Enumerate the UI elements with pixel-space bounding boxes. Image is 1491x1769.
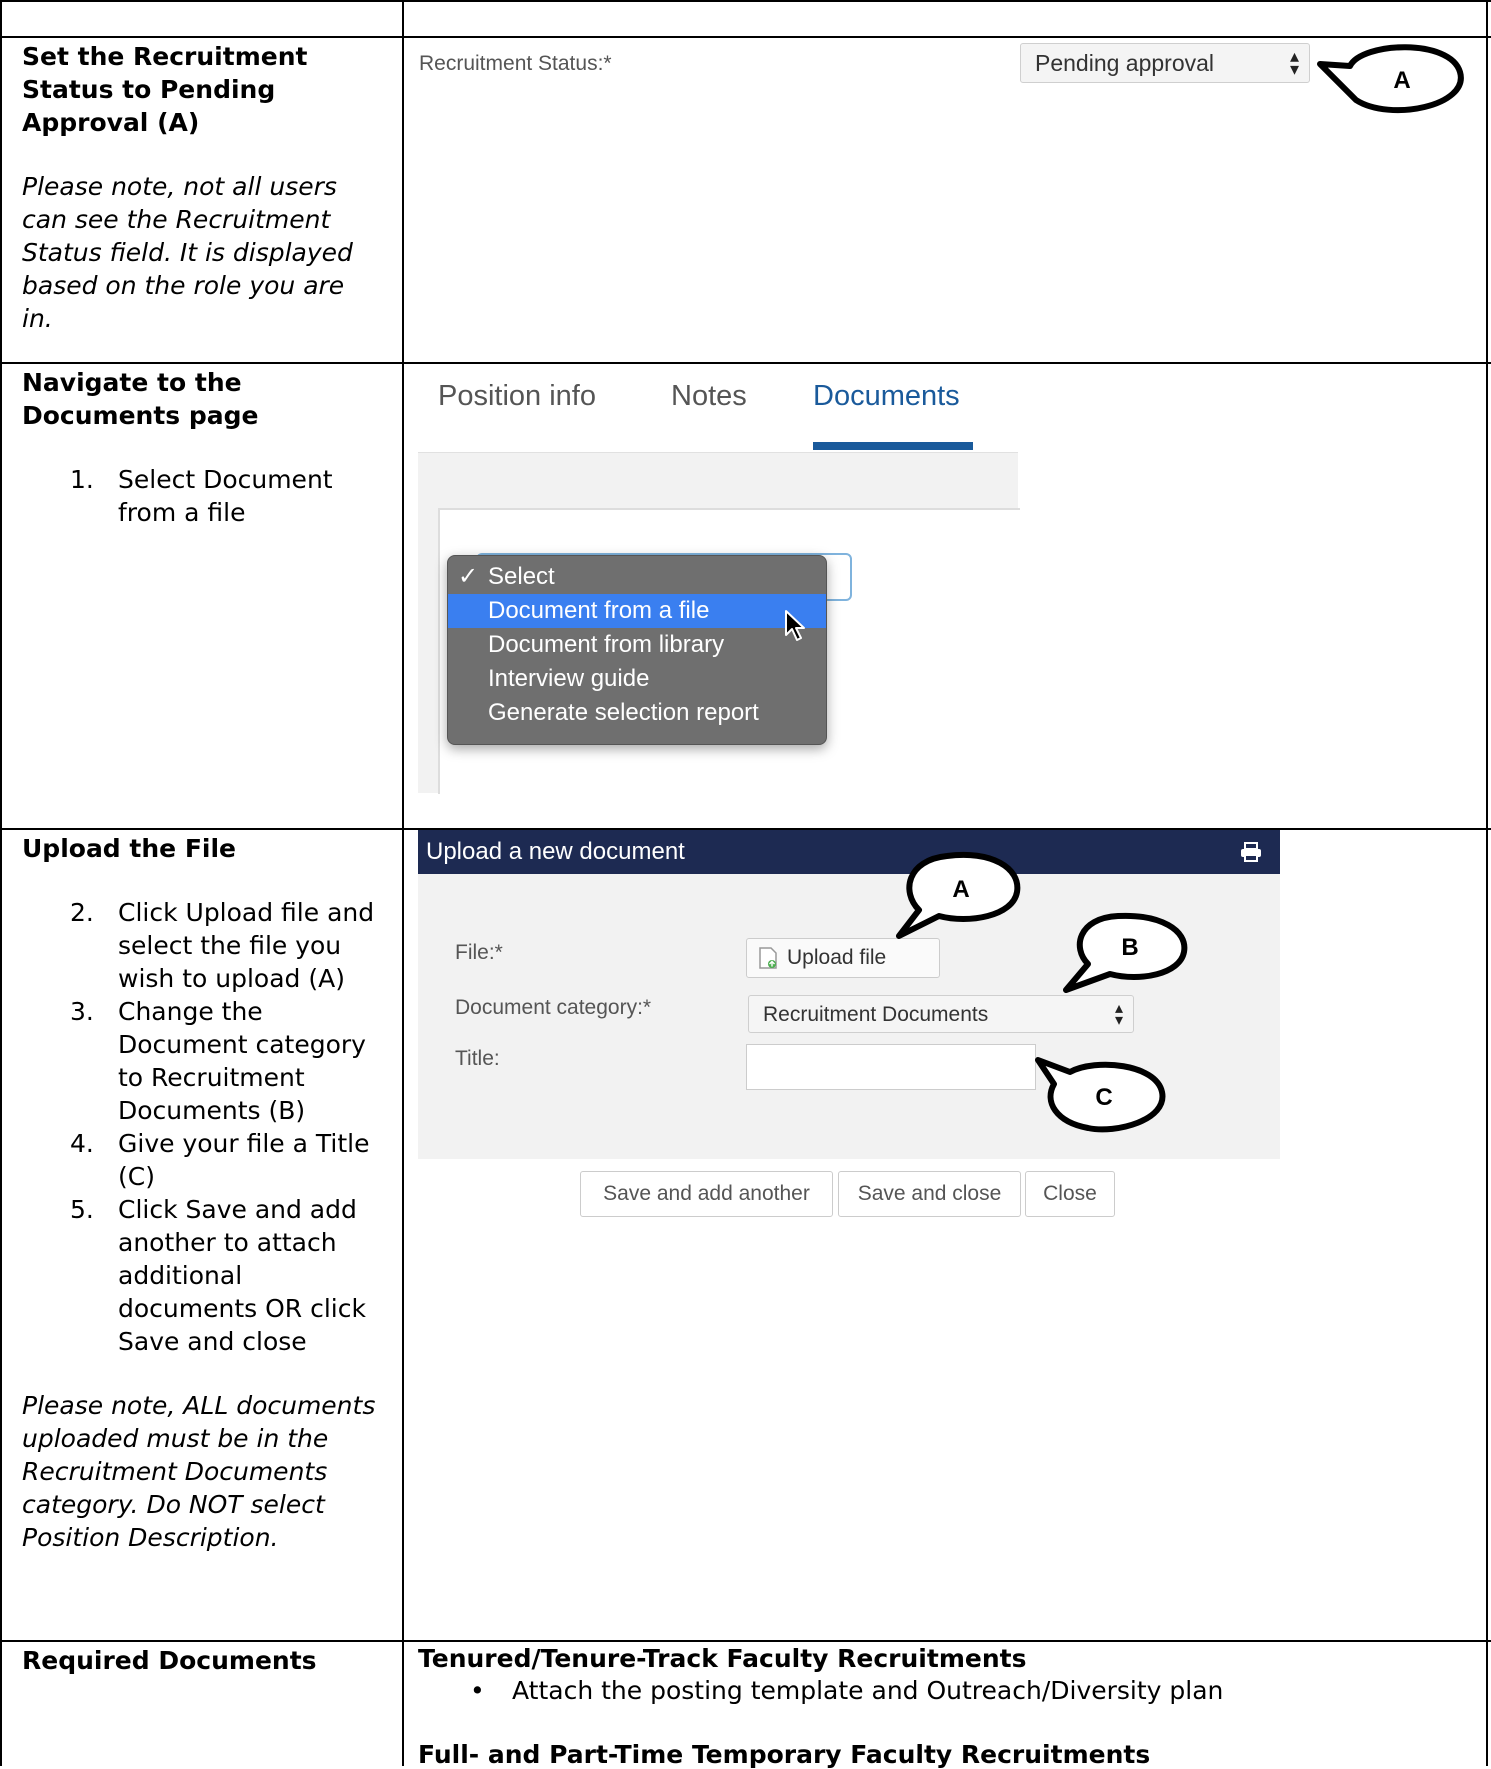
callout-bubble-c: C xyxy=(1035,1057,1166,1133)
row-3-instructions: Upload the File 2. Click Upload file and … xyxy=(22,832,382,1554)
upload-file-label: Upload file xyxy=(787,946,887,969)
menu-item-document-from-file[interactable]: Document from a file xyxy=(448,594,826,628)
save-and-close-button[interactable]: Save and close xyxy=(838,1171,1021,1217)
callout-a-text: A xyxy=(952,876,969,903)
select-arrows-icon: ▴ ▾ xyxy=(1114,1000,1123,1029)
menu-item-document-from-library[interactable]: Document from library xyxy=(448,628,826,662)
menu-item-interview-guide[interactable]: Interview guide xyxy=(448,662,826,696)
row-3-note: Please note, ALL documents uploaded must… xyxy=(22,1391,376,1552)
file-label: File:* xyxy=(455,941,503,964)
table-row-divider xyxy=(0,36,1491,38)
table-column-divider xyxy=(402,0,404,1766)
step-item: 4. Give your file a Title (C) xyxy=(70,1129,370,1191)
callout-b-text: B xyxy=(1121,934,1138,961)
print-icon[interactable] xyxy=(1240,842,1262,862)
callout-bubble-a: A xyxy=(896,851,1021,939)
menu-item-generate-selection-report[interactable]: Generate selection report xyxy=(448,696,826,730)
document-action-menu: ✓ Select Document from a file Document fr… xyxy=(447,555,827,745)
tab-bar: Position info Notes Documents xyxy=(418,364,1018,452)
upload-file-button[interactable]: Upload file xyxy=(746,938,940,978)
title-input[interactable] xyxy=(746,1044,1036,1090)
active-tab-indicator xyxy=(813,442,973,450)
tab-documents[interactable]: Documents xyxy=(813,380,960,413)
required-group-1-text: Attach the posting template and Outreach… xyxy=(512,1676,1224,1705)
tab-position-info[interactable]: Position info xyxy=(438,380,596,413)
row-4-heading: Required Documents xyxy=(22,1646,317,1675)
row-3-steps: 2. Click Upload file and select the file … xyxy=(22,896,382,1358)
menu-item-select[interactable]: ✓ Select xyxy=(448,560,826,594)
close-button[interactable]: Close xyxy=(1025,1171,1115,1217)
document-category-label: Document category:* xyxy=(455,996,652,1019)
table-border-left xyxy=(0,0,2,1766)
document-category-value: Recruitment Documents xyxy=(763,1003,989,1026)
checkmark-icon: ✓ xyxy=(458,563,479,590)
save-and-add-another-button[interactable]: Save and add another xyxy=(580,1171,833,1217)
required-group-1-title: Tenured/Tenure-Track Faculty Recruitment… xyxy=(418,1644,1027,1673)
required-group-2-title: Full- and Part-Time Temporary Faculty Re… xyxy=(418,1740,1151,1769)
mouse-pointer-icon xyxy=(785,610,805,641)
step-item: 3. Change the Document category to Recrui… xyxy=(70,997,366,1125)
tab-notes[interactable]: Notes xyxy=(671,380,747,413)
step-item: 2. Click Upload file and select the file … xyxy=(70,898,375,993)
select-arrows-icon: ▴ ▾ xyxy=(1289,46,1299,79)
callout-bubble-a: A xyxy=(1317,44,1464,114)
row-2-instructions: Navigate to the Documents page 1. Select … xyxy=(22,366,382,529)
row-1-instructions: Set the Recruitment Status to Pending Ap… xyxy=(22,40,382,335)
table-border-top xyxy=(0,0,1491,2)
row-1-heading: Set the Recruitment Status to Pending Ap… xyxy=(22,42,308,137)
upload-dialog-header: Upload a new document xyxy=(418,830,1280,874)
upload-dialog-title: Upload a new document xyxy=(426,838,685,865)
recruitment-status-select[interactable]: Pending approval ▴ ▾ xyxy=(1020,43,1310,83)
step-item: 5. Click Save and add another to attach a… xyxy=(70,1195,366,1356)
document-category-select[interactable]: Recruitment Documents ▴ ▾ xyxy=(748,995,1134,1033)
file-upload-icon xyxy=(759,947,777,969)
table-row-divider xyxy=(0,1640,1491,1642)
table-border-right xyxy=(1486,0,1488,1766)
recruitment-status-value: Pending approval xyxy=(1035,50,1215,76)
step-item: 1. Select Document from a file xyxy=(70,465,333,527)
callout-a-text: A xyxy=(1393,67,1410,94)
title-label: Title: xyxy=(455,1047,500,1070)
callout-bubble-b: B xyxy=(1063,912,1188,993)
bullet-icon: • xyxy=(470,1676,485,1705)
row-4-instructions: Required Documents xyxy=(22,1644,382,1677)
row-2-steps: 1. Select Document from a file xyxy=(22,463,382,529)
recruitment-status-label: Recruitment Status:* xyxy=(419,52,612,75)
row-1-note: Please note, not all users can see the R… xyxy=(22,172,353,333)
row-2-heading: Navigate to the Documents page xyxy=(22,368,259,430)
callout-c-text: C xyxy=(1095,1084,1112,1111)
row-3-heading: Upload the File xyxy=(22,834,236,863)
